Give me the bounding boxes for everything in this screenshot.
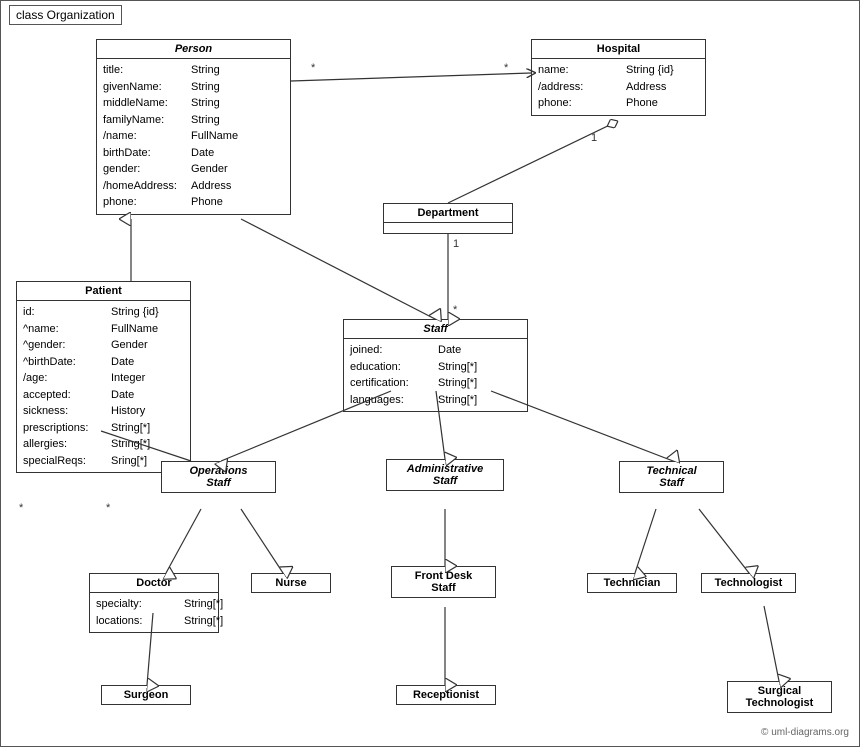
svg-text:1: 1: [591, 132, 597, 144]
diagram-container: class Organization Person title:String g…: [0, 0, 860, 747]
class-surgical-technologist-title: SurgicalTechnologist: [728, 682, 831, 712]
class-hospital-title: Hospital: [532, 40, 705, 59]
class-surgeon: Surgeon: [101, 685, 191, 705]
class-front-desk-staff-title: Front DeskStaff: [392, 567, 495, 597]
class-technician-title: Technician: [588, 574, 676, 592]
class-administrative-staff: AdministrativeStaff: [386, 459, 504, 491]
class-person: Person title:String givenName:String mid…: [96, 39, 291, 215]
class-receptionist-title: Receptionist: [397, 686, 495, 704]
class-doctor-attrs: specialty:String[*] locations:String[*]: [90, 593, 218, 632]
class-technician: Technician: [587, 573, 677, 593]
class-operations-staff: OperationsStaff: [161, 461, 276, 493]
svg-text:*: *: [311, 62, 316, 74]
class-hospital-attrs: name:String {id} /address:Address phone:…: [532, 59, 705, 115]
copyright: © uml-diagrams.org: [761, 727, 849, 738]
svg-text:*: *: [106, 502, 111, 514]
class-department-title: Department: [384, 204, 512, 223]
class-technical-staff: TechnicalStaff: [619, 461, 724, 493]
svg-text:1: 1: [453, 238, 459, 250]
class-staff: Staff joined:Date education:String[*] ce…: [343, 319, 528, 412]
class-technical-staff-title: TechnicalStaff: [620, 462, 723, 492]
class-front-desk-staff: Front DeskStaff: [391, 566, 496, 598]
svg-text:*: *: [504, 62, 509, 74]
class-technologist-title: Technologist: [702, 574, 795, 592]
class-administrative-staff-title: AdministrativeStaff: [387, 460, 503, 490]
class-surgeon-title: Surgeon: [102, 686, 190, 704]
svg-text:*: *: [19, 502, 24, 514]
class-patient: Patient id:String {id} ^name:FullName ^g…: [16, 281, 191, 473]
class-person-title: Person: [97, 40, 290, 59]
class-patient-title: Patient: [17, 282, 190, 301]
class-staff-attrs: joined:Date education:String[*] certific…: [344, 339, 527, 411]
class-operations-staff-title: OperationsStaff: [162, 462, 275, 492]
class-nurse: Nurse: [251, 573, 331, 593]
class-nurse-title: Nurse: [252, 574, 330, 592]
class-hospital: Hospital name:String {id} /address:Addre…: [531, 39, 706, 116]
class-department-attrs: [384, 223, 512, 233]
class-surgical-technologist: SurgicalTechnologist: [727, 681, 832, 713]
class-staff-title: Staff: [344, 320, 527, 339]
class-doctor-title: Doctor: [90, 574, 218, 593]
class-department: Department: [383, 203, 513, 234]
diagram-title: class Organization: [9, 5, 122, 25]
class-patient-attrs: id:String {id} ^name:FullName ^gender:Ge…: [17, 301, 190, 472]
class-person-attrs: title:String givenName:String middleName…: [97, 59, 290, 214]
class-technologist: Technologist: [701, 573, 796, 593]
class-doctor: Doctor specialty:String[*] locations:Str…: [89, 573, 219, 633]
svg-text:*: *: [453, 304, 458, 316]
class-receptionist: Receptionist: [396, 685, 496, 705]
